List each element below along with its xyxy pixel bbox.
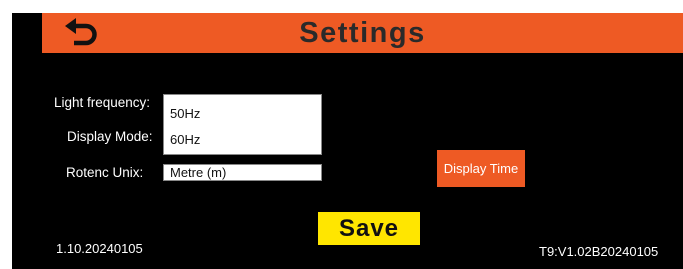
frequency-option-60hz[interactable]: 60Hz	[170, 132, 200, 147]
frequency-option-50hz[interactable]: 50Hz	[170, 106, 200, 121]
back-arrow-icon	[65, 18, 97, 46]
version-right: T9:V1.02B20240105	[539, 244, 659, 259]
header-bar: Settings	[42, 13, 683, 53]
back-button[interactable]	[60, 17, 104, 49]
page-title: Settings	[299, 17, 426, 49]
display-mode-label: Display Mode:	[67, 129, 153, 144]
light-frequency-label: Light frequency:	[54, 95, 151, 110]
version-left: 1.10.20240105	[56, 241, 143, 256]
settings-screen: Settings Light frequency: Display Mode: …	[12, 13, 683, 269]
rotenc-unix-label: Rotenc Unix:	[66, 165, 144, 180]
save-button[interactable]: Save	[318, 212, 420, 245]
display-time-button[interactable]: Display Time	[437, 150, 525, 187]
rotenc-unix-select[interactable]: Metre (m)	[163, 164, 322, 181]
frequency-dropdown-list[interactable]: 50Hz 60Hz	[163, 94, 322, 155]
